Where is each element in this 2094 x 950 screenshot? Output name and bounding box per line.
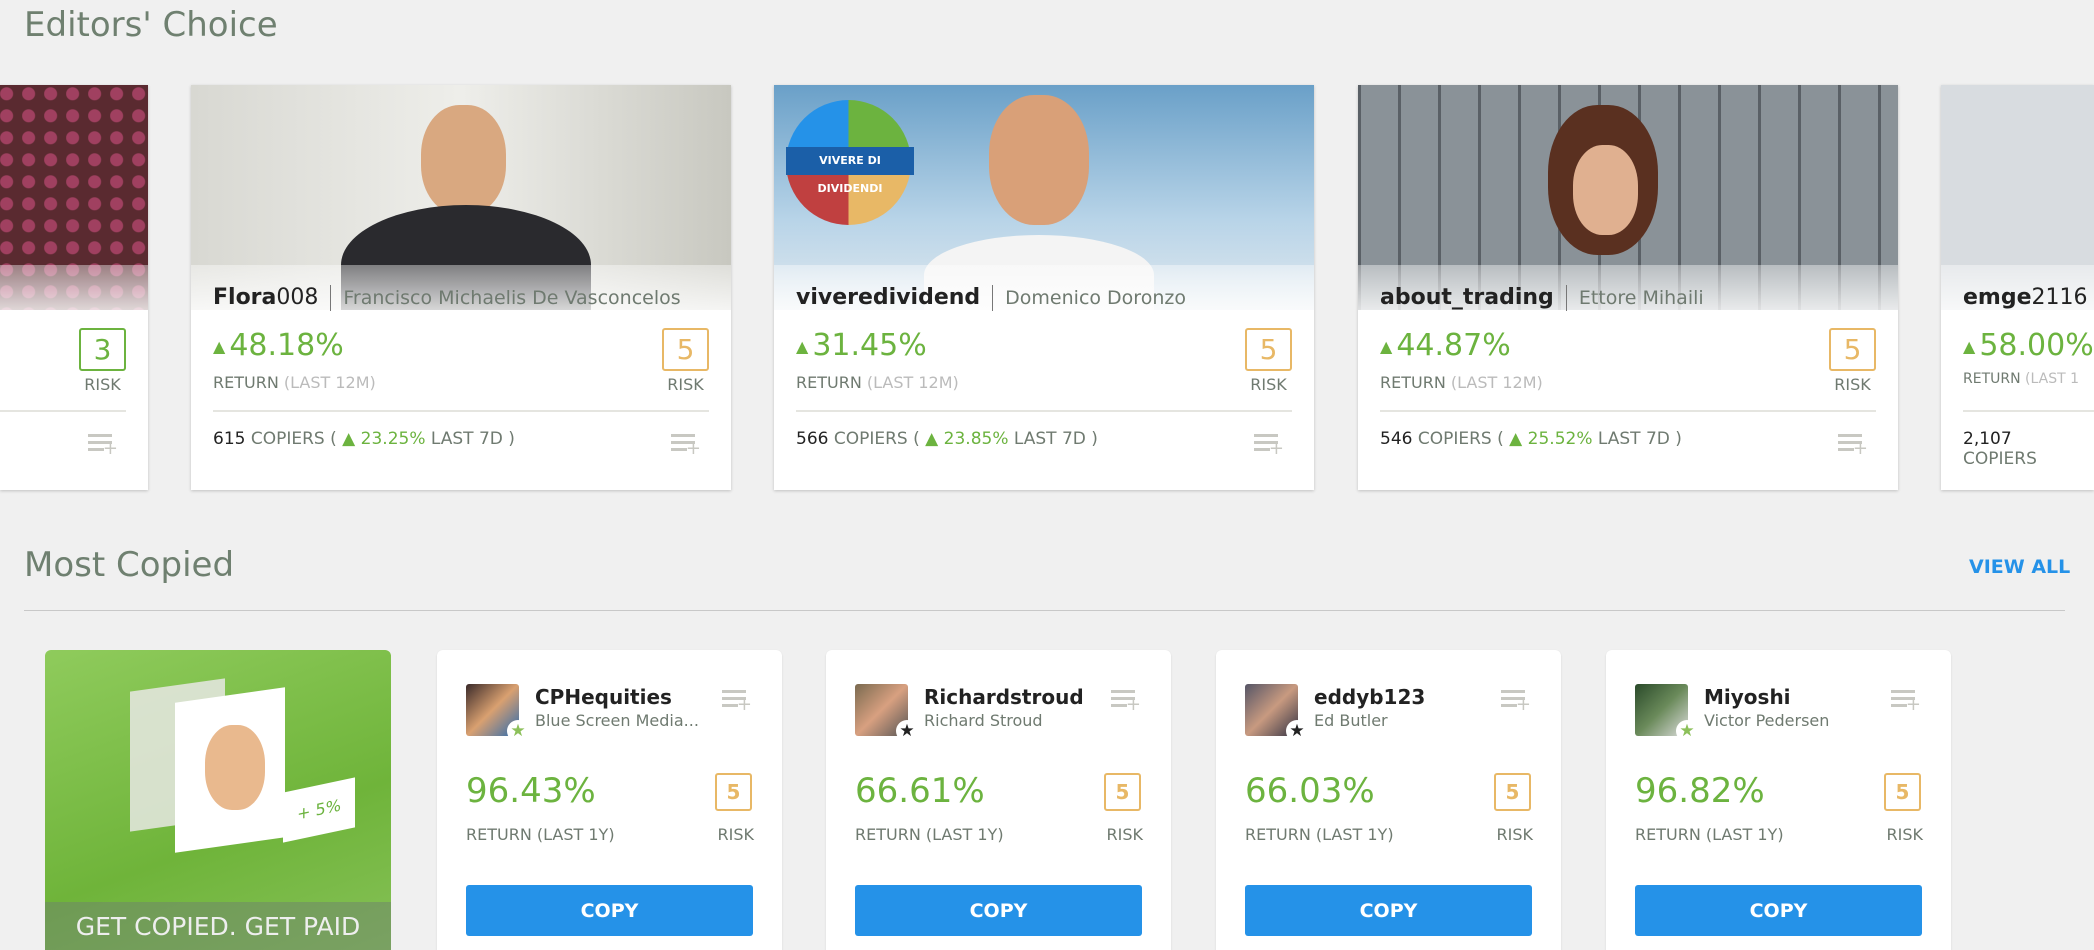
promo-text: GET COPIED. GET PAID (75, 912, 361, 941)
trader-full-name: Richard Stroud (924, 711, 1043, 730)
arrow-up-icon: ▲ (925, 429, 939, 449)
copy-button[interactable]: COPY (1245, 885, 1532, 936)
add-to-watchlist-icon[interactable]: + (671, 434, 701, 458)
add-to-watchlist-icon[interactable]: + (1111, 690, 1141, 714)
return-value: 96.82% (1635, 771, 1765, 811)
return-value: ▲ 44.87% (1380, 328, 1511, 363)
risk-label: RISK (1496, 825, 1533, 844)
copy-button[interactable]: COPY (855, 885, 1142, 936)
promo-badge: + 5% (283, 777, 355, 843)
arrow-up-icon: ▲ (1509, 429, 1523, 449)
risk-score: 5 (1884, 773, 1921, 811)
editor-card[interactable]: Flora008 Francisco Michaelis De Vasconcel… (191, 85, 731, 490)
logo: VIVERE DI DIVIDENDI (786, 147, 914, 195)
return-label: RETURN (LAST 1Y) (466, 825, 615, 844)
trader-name[interactable]: viveredividend Domenico Doronzo (796, 285, 1186, 311)
return-value: 66.61% (855, 771, 985, 811)
trader-card[interactable]: ★ CPHequities Blue Screen Media... + 96.… (437, 650, 782, 950)
trader-full-name: Ed Butler (1314, 711, 1388, 730)
trader-username[interactable]: Miyoshi (1704, 685, 1791, 709)
risk-score: 5 (715, 773, 752, 811)
arrow-up-icon: ▲ (342, 429, 356, 449)
add-to-watchlist-icon[interactable]: + (1891, 690, 1921, 714)
arrow-up-icon: ▲ (1380, 337, 1393, 356)
green-star-icon: ★ (507, 720, 529, 742)
risk-score: 5 (1245, 328, 1292, 371)
risk-score: 5 (1104, 773, 1141, 811)
risk-label: RISK (717, 825, 754, 844)
copy-button[interactable]: COPY (1635, 885, 1922, 936)
add-to-watchlist-icon[interactable]: + (722, 690, 752, 714)
editors-choice-title: Editors' Choice (24, 5, 278, 45)
trader-full-name: Victor Pedersen (1704, 711, 1830, 730)
return-value: ▲ 31.45% (796, 328, 927, 363)
editor-card[interactable]: emge2116 ▲ 58.00% RETURN (LAST 1 2,107 CO… (1941, 85, 2094, 490)
green-star-icon: ★ (1676, 720, 1698, 742)
return-label: RETURN (LAST 1Y) (1245, 825, 1394, 844)
risk-label: RISK (1106, 825, 1143, 844)
arrow-up-icon: ▲ (796, 337, 809, 356)
return-label: RETURN (LAST 12M) (213, 373, 376, 392)
trader-full-name: Blue Screen Media... (535, 711, 699, 730)
return-value: ▲ 58.00% (1963, 328, 2094, 363)
return-value: 66.03% (1245, 771, 1375, 811)
trader-card[interactable]: ★ eddyb123 Ed Butler + 66.03% RETURN (LA… (1216, 650, 1561, 950)
copiers-count: 566 COPIERS ( ▲ 23.85% LAST 7D ) (796, 429, 1098, 449)
return-label: RETURN (LAST 1Y) (1635, 825, 1784, 844)
view-all-link[interactable]: VIEW ALL (1969, 556, 2070, 578)
most-copied-title: Most Copied (24, 545, 235, 585)
arrow-up-icon: ▲ (1963, 337, 1976, 356)
add-to-watchlist-icon[interactable]: + (1254, 434, 1284, 458)
trader-username[interactable]: eddyb123 (1314, 685, 1425, 709)
risk-label: RISK (84, 375, 121, 394)
risk-label: RISK (1250, 375, 1287, 394)
add-to-watchlist-icon[interactable]: + (1838, 434, 1868, 458)
risk-score: 3 (79, 328, 126, 371)
editor-card[interactable]: 3 RISK + (0, 85, 148, 490)
trader-name[interactable]: about_trading Ettore Mihaili (1380, 285, 1704, 311)
trader-name[interactable]: Flora008 Francisco Michaelis De Vasconcel… (213, 285, 681, 311)
black-star-icon: ★ (1286, 720, 1308, 742)
risk-score: 5 (1829, 328, 1876, 371)
return-label: RETURN (LAST 12M) (796, 373, 959, 392)
copiers-count: 546 COPIERS ( ▲ 25.52% LAST 7D ) (1380, 429, 1682, 449)
return-label: RETURN (LAST 12M) (1380, 373, 1543, 392)
divider (24, 610, 2065, 611)
risk-score: 5 (1494, 773, 1531, 811)
return-value: ▲ 48.18% (213, 328, 344, 363)
return-label: RETURN (LAST 1Y) (855, 825, 1004, 844)
return-label: RETURN (LAST 1 (1963, 371, 2079, 387)
risk-score: 5 (662, 328, 709, 371)
trader-card[interactable]: ★ Richardstroud Richard Stroud + 66.61% … (826, 650, 1171, 950)
editor-card[interactable]: VIVERE DI DIVIDENDI viveredividend Domeni… (774, 85, 1314, 490)
editor-card[interactable]: about_trading Ettore Mihaili ▲ 44.87% RETU… (1358, 85, 1898, 490)
trader-username[interactable]: Richardstroud (924, 685, 1084, 709)
trader-card[interactable]: ★ Miyoshi Victor Pedersen + 96.82% RETUR… (1606, 650, 1951, 950)
risk-label: RISK (667, 375, 704, 394)
risk-label: RISK (1886, 825, 1923, 844)
return-value: 96.43% (466, 771, 596, 811)
copiers-count: 615 COPIERS ( ▲ 23.25% LAST 7D ) (213, 429, 515, 449)
copy-button[interactable]: COPY (466, 885, 753, 936)
trader-name[interactable]: emge2116 (1963, 285, 2088, 310)
get-copied-promo-banner[interactable]: + 5% GET COPIED. GET PAID (45, 650, 391, 950)
add-to-watchlist-icon[interactable]: + (88, 434, 118, 458)
copiers-count: 2,107 COPIERS (1963, 429, 2037, 469)
black-star-icon: ★ (896, 720, 918, 742)
risk-label: RISK (1834, 375, 1871, 394)
trader-username[interactable]: CPHequities (535, 685, 672, 709)
add-to-watchlist-icon[interactable]: + (1501, 690, 1531, 714)
arrow-up-icon: ▲ (213, 337, 226, 356)
